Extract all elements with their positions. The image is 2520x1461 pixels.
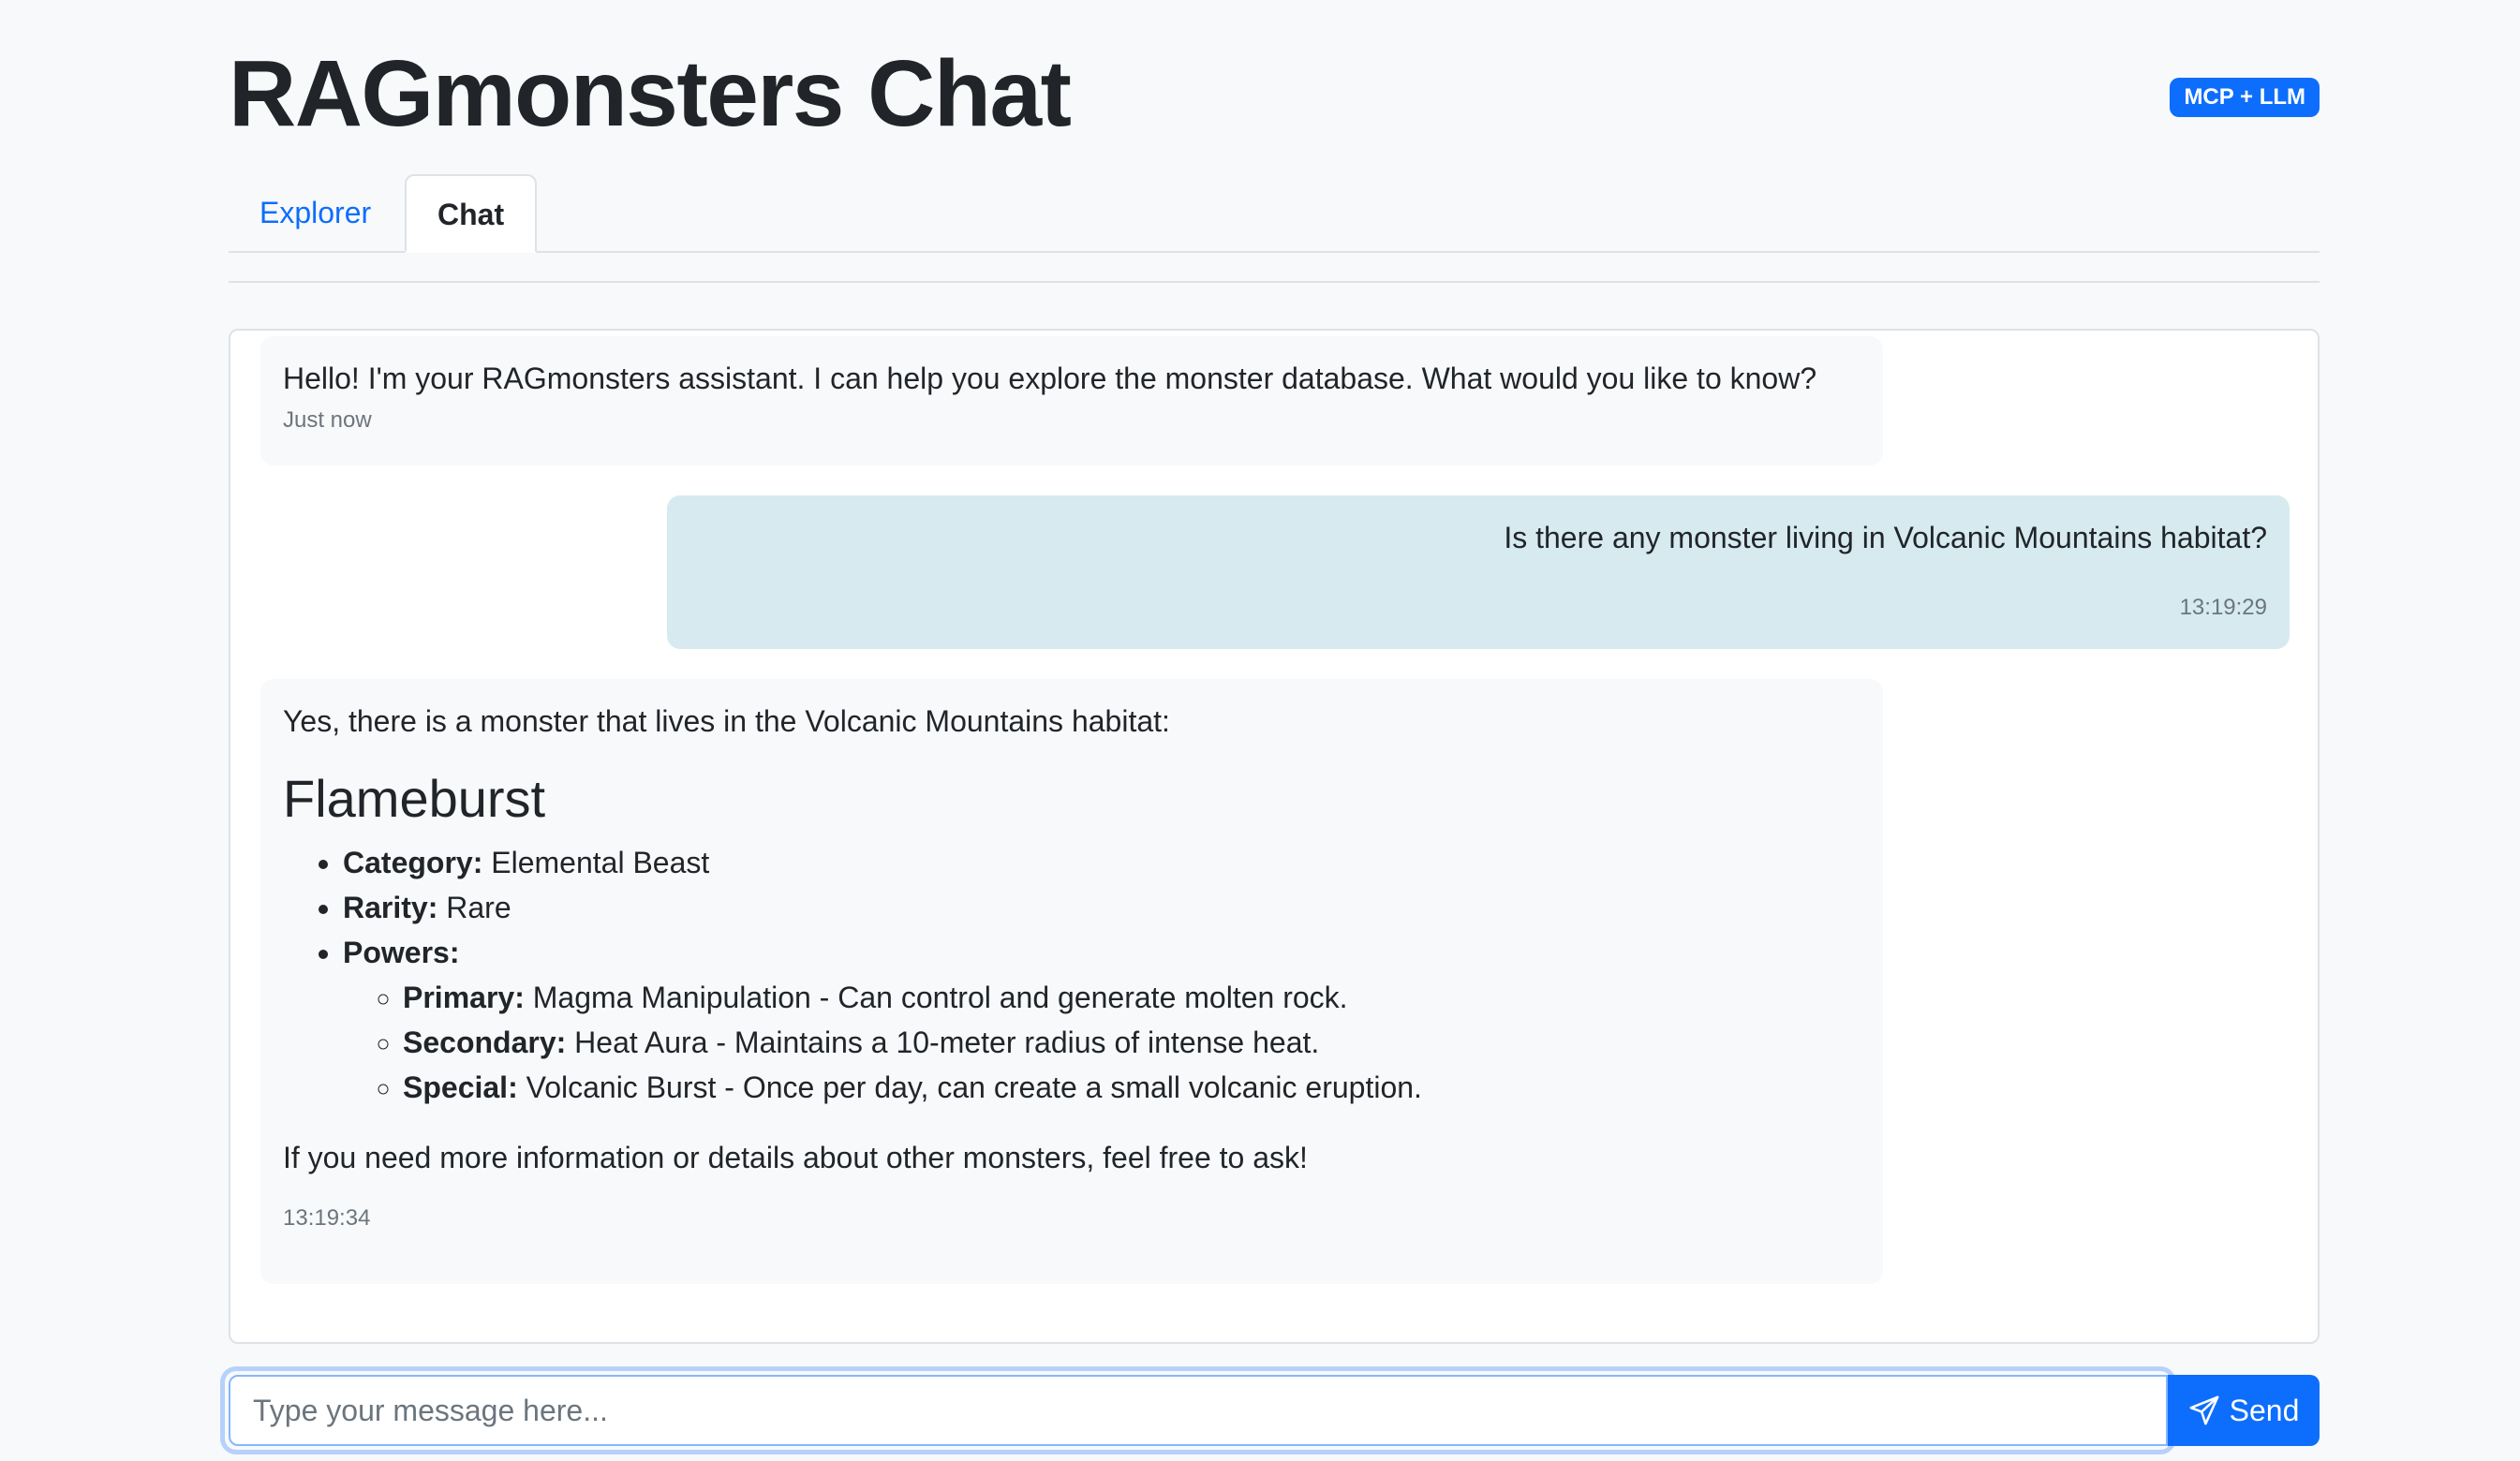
message-timestamp: Just now — [283, 407, 372, 433]
chat-messages-panel[interactable]: Hello! I'm your RAGmonsters assistant. I… — [229, 329, 2320, 1344]
mode-badge: MCP + LLM — [2170, 78, 2320, 117]
tab-bar: Explorer Chat — [229, 174, 2320, 253]
power-label: Secondary: — [403, 1026, 567, 1059]
monster-name-heading: Flameburst — [283, 769, 546, 828]
list-item-special-power: Special: Volcanic Burst - Once per day, … — [403, 1065, 1860, 1110]
attribute-label: Category: — [343, 846, 483, 879]
monster-attributes-list: Category: Elemental Beast Rarity: Rare P… — [283, 840, 1860, 1110]
attribute-label: Powers: — [343, 936, 460, 969]
paper-plane-icon — [2188, 1395, 2220, 1426]
app-container: RAGmonsters Chat MCP + LLM Explorer Chat… — [229, 0, 2320, 1446]
powers-sublist: Primary: Magma Manipulation - Can contro… — [343, 975, 1860, 1110]
answer-intro: Yes, there is a monster that lives in th… — [283, 704, 1170, 738]
assistant-message: Hello! I'm your RAGmonsters assistant. I… — [260, 336, 1883, 465]
message-timestamp: 13:19:29 — [2179, 595, 2267, 620]
power-value: Volcanic Burst - Once per day, can creat… — [517, 1070, 1422, 1104]
message-composer: Send — [229, 1375, 2320, 1446]
tab-explorer[interactable]: Explorer — [229, 174, 402, 251]
app-title: RAGmonsters Chat — [229, 41, 1072, 146]
assistant-message: Yes, there is a monster that lives in th… — [260, 679, 1883, 1284]
attribute-value: Rare — [437, 891, 511, 924]
attribute-value: Elemental Beast — [482, 846, 710, 879]
list-item-primary-power: Primary: Magma Manipulation - Can contro… — [403, 975, 1860, 1020]
message-text: Hello! I'm your RAGmonsters assistant. I… — [283, 362, 1817, 395]
section-divider — [229, 281, 2320, 283]
attribute-label: Rarity: — [343, 891, 438, 924]
send-button[interactable]: Send — [2168, 1375, 2320, 1446]
power-value: Magma Manipulation - Can control and gen… — [524, 981, 1348, 1014]
send-button-label: Send — [2229, 1393, 2300, 1427]
power-label: Primary: — [403, 981, 525, 1014]
list-item-secondary-power: Secondary: Heat Aura - Maintains a 10-me… — [403, 1020, 1860, 1065]
tab-chat[interactable]: Chat — [405, 174, 538, 253]
message-text: Is there any monster living in Volcanic … — [1504, 521, 2267, 554]
list-item-powers: Powers: Primary: Magma Manipulation - Ca… — [343, 930, 1860, 1110]
list-item-category: Category: Elemental Beast — [343, 840, 1860, 885]
header: RAGmonsters Chat MCP + LLM — [229, 0, 2320, 174]
user-message: Is there any monster living in Volcanic … — [667, 495, 2290, 649]
answer-outro: If you need more information or details … — [283, 1141, 1308, 1174]
message-input[interactable] — [229, 1375, 2168, 1446]
list-item-rarity: Rarity: Rare — [343, 885, 1860, 930]
message-timestamp: 13:19:34 — [283, 1205, 371, 1231]
power-value: Heat Aura - Maintains a 10-meter radius … — [566, 1026, 1320, 1059]
power-label: Special: — [403, 1070, 518, 1104]
